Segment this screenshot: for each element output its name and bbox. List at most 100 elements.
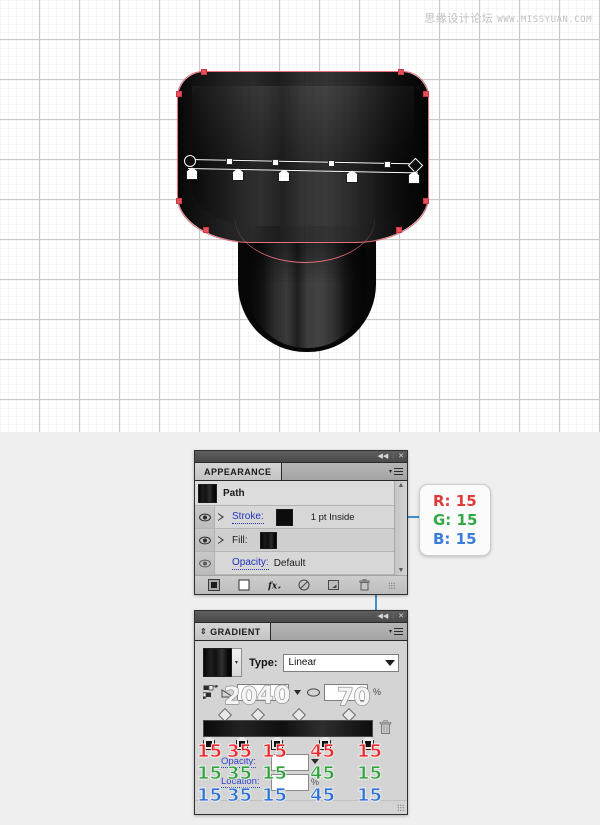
tab-gradient[interactable]: ⇕ GRADIENT [195,623,271,640]
bottle-head[interactable] [178,72,428,242]
hamburger-menu-icon[interactable] [394,468,403,475]
anchor-point[interactable] [423,91,429,97]
disclosure-triangle-fill[interactable] [215,536,226,544]
duplicate-item-icon[interactable] [328,579,341,592]
gradient-type-value: Linear [288,657,317,668]
appearance-panel[interactable]: ◀◀ | ✕ APPEARANCE ▾ ▲ ▼ Path Stroke: 1 p… [194,450,408,595]
visibility-toggle-fill[interactable] [195,529,215,551]
reverse-gradient-icon[interactable] [201,684,219,700]
illustration-canvas[interactable]: 思缘设计论坛 WWW.MISSYUAN.COM [0,0,600,432]
rgb-callout-green: G: 15 [433,511,478,529]
gradient-opacity-input[interactable] [271,754,309,771]
appearance-row-fill[interactable]: Fill: [195,529,407,552]
appearance-scrollbar[interactable]: ▲ ▼ [394,481,407,575]
add-new-stroke-icon[interactable] [208,579,221,592]
visibility-toggle-stroke[interactable] [195,506,215,528]
gradient-titlebar[interactable]: ◀◀ | ✕ [195,611,407,623]
gradient-location-label[interactable]: Location: [221,776,260,788]
gradient-angle-input[interactable] [237,683,289,701]
opacity-value[interactable]: Default [274,558,306,569]
object-thumbnail [198,483,217,503]
chevron-down-icon: ▾ [388,469,392,475]
panel-resize-grip[interactable] [387,581,395,589]
watermark: 思缘设计论坛 WWW.MISSYUAN.COM [424,10,592,26]
tab-gradient-label: GRADIENT [210,626,261,637]
tab-grip-icon: ⇕ [200,627,208,636]
appearance-row-stroke[interactable]: Stroke: 1 pt Inside [195,506,407,529]
gradient-panel[interactable]: ◀◀ | ✕ ⇕ GRADIENT ▾ ▾ Type: Linear % Opa… [194,610,408,815]
gradient-preset-dropdown-icon[interactable]: ▾ [232,648,242,677]
gradient-stops [203,736,399,750]
add-new-effect-icon[interactable]: fx [268,579,281,592]
fill-label[interactable]: Fill: [232,535,248,546]
chevron-down-icon[interactable] [311,759,319,764]
watermark-url: WWW.MISSYUAN.COM [497,15,592,25]
appearance-panel-menu[interactable]: ▾ [281,463,407,480]
anchor-point[interactable] [201,69,207,75]
gradient-stop[interactable] [203,736,215,750]
gradient-stop[interactable] [271,736,283,750]
scroll-down-icon[interactable]: ▼ [398,566,405,575]
gradient-footer [195,800,407,814]
collapse-icon[interactable]: ◀◀ [378,453,389,460]
stroke-label[interactable]: Stroke: [232,511,264,524]
scroll-up-icon[interactable]: ▲ [398,481,405,490]
gradient-aspect-input[interactable] [324,683,368,701]
gradient-stop-fields: Opacity: Location: % [203,754,399,794]
appearance-rows: ▲ ▼ Path Stroke: 1 pt Inside Fill: Opaci… [195,481,407,575]
anchor-point[interactable] [423,198,429,204]
gradient-preview-swatch[interactable] [203,648,232,677]
disclosure-triangle-stroke[interactable] [215,513,226,521]
rgb-callout-box: R: 15 G: 15 B: 15 [419,484,491,556]
delete-stop-icon[interactable] [379,720,392,735]
gradient-ramp-bar[interactable] [203,720,373,737]
gradient-tabrow[interactable]: ⇕ GRADIENT ▾ [195,623,407,641]
appearance-footer-toolbar[interactable]: fx [195,575,407,594]
anchor-point[interactable] [176,91,182,97]
visibility-toggle-opacity[interactable] [195,552,215,574]
hamburger-menu-icon[interactable] [394,628,403,635]
gradient-tool-row: % [201,683,399,701]
eye-icon [198,536,211,544]
rgb-callout-blue: B: 15 [433,530,477,548]
eye-icon [198,559,211,567]
tab-appearance-label: APPEARANCE [204,466,272,477]
panel-resize-grip[interactable] [397,804,404,811]
tab-appearance[interactable]: APPEARANCE [195,463,282,480]
watermark-cn: 思缘设计论坛 [424,12,494,25]
appearance-tabrow[interactable]: APPEARANCE ▾ [195,463,407,481]
stroke-weight-alignment[interactable]: 1 pt Inside [311,512,355,523]
appearance-object-row[interactable]: Path [195,481,407,506]
collapse-icon[interactable]: ◀◀ [378,613,389,620]
add-new-fill-icon[interactable] [238,579,251,592]
stroke-color-swatch[interactable] [275,508,293,526]
anchor-point[interactable] [398,69,404,75]
opacity-label[interactable]: Opacity: [232,557,269,570]
eye-icon [198,513,211,521]
gradient-stop[interactable] [362,736,374,750]
gradient-slider[interactable] [203,707,399,752]
artwork-bottle[interactable] [170,60,440,352]
chevron-down-icon [385,659,395,666]
fill-color-swatch[interactable] [259,531,277,549]
rgb-callout-red: R: 15 [433,492,477,510]
gradient-stop[interactable] [319,736,331,750]
delete-item-icon[interactable] [358,579,371,592]
anchor-point[interactable] [396,227,402,233]
clear-appearance-icon[interactable] [298,579,311,592]
gradient-body: ▾ Type: Linear % Opacity: Location: % [195,641,407,800]
gradient-location-input[interactable] [271,774,309,791]
bottle-head-inner [192,86,414,226]
appearance-titlebar[interactable]: ◀◀ | ✕ [195,451,407,463]
anchor-point[interactable] [203,227,209,233]
close-icon[interactable]: ✕ [398,613,404,620]
gradient-panel-menu[interactable]: ▾ [270,623,407,640]
gradient-type-select[interactable]: Linear [282,653,399,672]
gradient-angle-dropdown-icon[interactable] [292,685,303,700]
gradient-opacity-label[interactable]: Opacity: [221,756,256,768]
appearance-row-opacity[interactable]: Opacity: Default [195,552,407,575]
anchor-point[interactable] [176,198,182,204]
gradient-stop[interactable] [236,736,248,750]
close-icon[interactable]: ✕ [398,453,404,460]
svg-text:fx: fx [268,581,278,591]
